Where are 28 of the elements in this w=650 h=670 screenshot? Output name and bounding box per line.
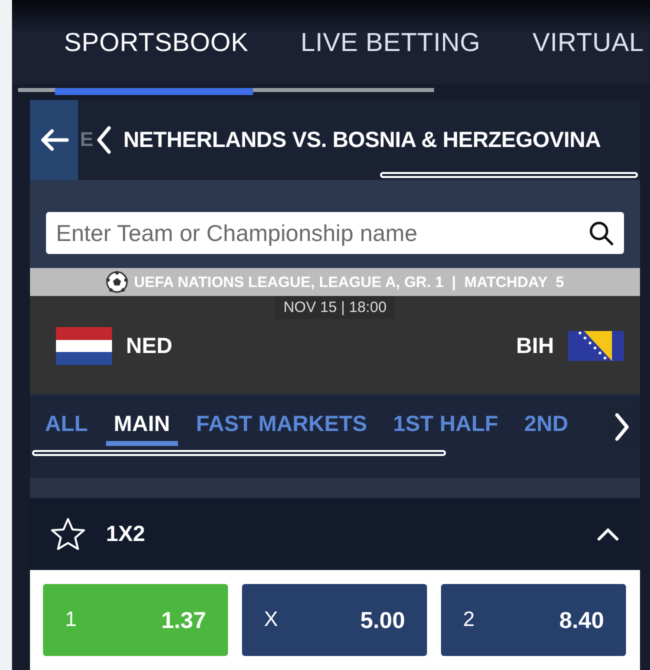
match-datetime: NOV 15 | 18:00 <box>275 296 395 319</box>
event-title: NETHERLANDS VS. BOSNIA & HERZEGOVINA <box>123 127 601 153</box>
competition-name: UEFA NATIONS LEAGUE, LEAGUE A, GR. 1 | MATCHDAY 5 <box>134 274 564 290</box>
market-tab[interactable]: MAIN <box>106 411 178 446</box>
search-icon[interactable] <box>588 220 614 246</box>
scrollbar[interactable] <box>380 172 638 178</box>
team-code: NED <box>126 333 172 359</box>
scrollbar-thumb[interactable] <box>55 88 253 95</box>
team-code: BIH <box>516 333 554 359</box>
market-tab[interactable]: FAST MARKETS <box>188 411 376 446</box>
odds-button[interactable]: X 5.00 <box>242 584 427 656</box>
market-title: 1X2 <box>106 521 146 547</box>
market-tab[interactable]: 2ND <box>516 411 576 446</box>
breadcrumb-fragment: E <box>80 128 94 152</box>
flag-icon <box>56 327 112 365</box>
arrow-left-icon <box>39 128 69 152</box>
market-tab[interactable]: ALL <box>37 411 96 446</box>
football-icon <box>106 271 128 293</box>
nav-tab[interactable]: VIRTUAL <box>532 26 644 58</box>
market-tab[interactable]: 1ST HALF <box>385 411 506 446</box>
nav-tab[interactable]: SPORTSBOOK <box>64 26 249 58</box>
nav-tab[interactable]: LIVE BETTING <box>300 26 480 58</box>
odds-button[interactable]: 2 8.40 <box>441 584 626 656</box>
flag-icon <box>568 331 624 361</box>
scrollbar[interactable] <box>32 450 446 456</box>
chevron-up-icon[interactable] <box>596 526 620 542</box>
search-field[interactable]: Enter Team or Championship name <box>46 212 624 254</box>
back-button[interactable] <box>30 100 78 180</box>
